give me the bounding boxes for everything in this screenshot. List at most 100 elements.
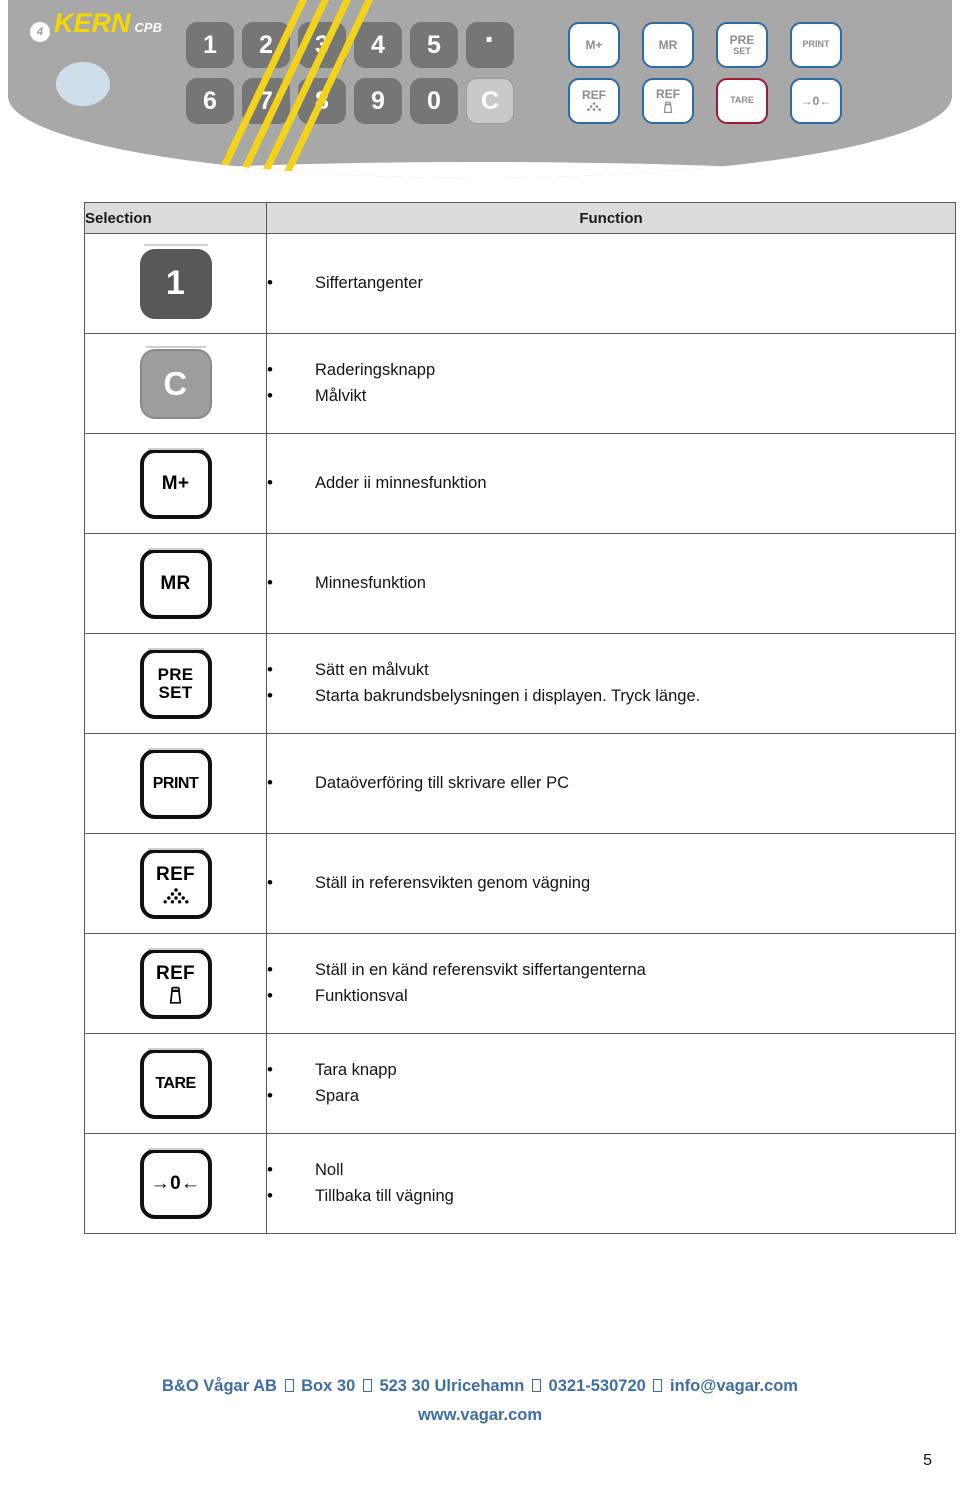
table-header-row: Selection Function — [84, 202, 956, 234]
function-list: Raderingsknapp Målvikt — [267, 357, 955, 410]
ref-weighing-key: REF — [139, 847, 212, 919]
numpad-key-1[interactable]: 1 — [186, 22, 234, 68]
separator-glyph — [362, 1379, 372, 1392]
list-item: Dataöverföring till skrivare eller PC — [267, 770, 955, 797]
keypad-zero-key[interactable]: →0← — [790, 78, 842, 124]
numpad-key-5[interactable]: 5 — [410, 22, 458, 68]
table-row: REF Ställ in referensvikten genom vägnin… — [84, 833, 956, 934]
footer-line-1: B&O Vågar AB Box 30 523 30 Ulricehamn 03… — [0, 1372, 960, 1401]
numpad-key-9[interactable]: 9 — [354, 78, 402, 124]
keypad-memory-recall-key[interactable]: MR — [642, 22, 694, 68]
list-item: Raderingsknapp — [267, 357, 955, 384]
dot-pyramid-icon — [163, 887, 188, 903]
tare-key-label: TARE — [155, 1074, 196, 1092]
numpad-key-3[interactable]: 3 — [298, 22, 346, 68]
function-list: Minnesfunktion — [267, 570, 955, 597]
memory-recall-key: MR — [139, 547, 212, 619]
list-item: Ställ in referensvikten genom vägning — [267, 870, 955, 897]
list-item: Funktionsval — [267, 983, 955, 1010]
function-list: Ställ in en känd referensvikt siffertang… — [267, 957, 955, 1010]
key-highlight — [147, 747, 204, 750]
digit-1-key-label: 1 — [165, 264, 186, 302]
selection-cell: REF — [84, 933, 267, 1034]
function-cell: Ställ in referensvikten genom vägning — [266, 833, 956, 934]
selection-cell: PRE SET — [84, 633, 267, 734]
keypad-photo: 4 KERN CPB 1 2 3 4 5 · 6 7 8 9 0 C M+ MR — [0, 0, 960, 185]
keypad-preset-label-bottom: SET — [733, 45, 751, 56]
function-cell: Dataöverföring till skrivare eller PC — [266, 733, 956, 834]
numpad-key-4[interactable]: 4 — [354, 22, 402, 68]
keypad-memory-recall-label: MR — [658, 37, 678, 52]
table-row: PRINT Dataöverföring till skrivare eller… — [84, 733, 956, 834]
function-cell: Siffertangenter — [266, 233, 956, 334]
numpad-key-6[interactable]: 6 — [186, 78, 234, 124]
kern-model-text: CPB — [134, 20, 162, 35]
list-item: Spara — [267, 1083, 955, 1110]
list-item: Adder ii minnesfunktion — [267, 470, 955, 497]
print-key-label: PRINT — [152, 774, 199, 792]
list-item: Tara knapp — [267, 1057, 955, 1084]
key-highlight — [147, 847, 204, 850]
preset-key-label-bottom: SET — [158, 682, 193, 702]
table-row: TARE Tara knapp Spara — [84, 1033, 956, 1134]
table-row: MR Minnesfunktion — [84, 533, 956, 634]
calibration-weight-icon — [663, 101, 673, 113]
key-highlight — [147, 647, 204, 650]
keypad-memory-add-label: M+ — [585, 37, 603, 52]
keypad-tare-label: TARE — [730, 95, 754, 106]
function-cell: Sätt en målvukt Starta bakrundsbelysning… — [266, 633, 956, 734]
list-item: Sätt en målvukt — [267, 657, 955, 684]
keypad-ref-weighing-key[interactable]: REF — [568, 78, 620, 124]
memory-add-key: M+ — [139, 447, 212, 519]
numpad-key-2[interactable]: 2 — [242, 22, 290, 68]
function-list: Noll Tillbaka till vägning — [267, 1157, 955, 1209]
keypad-tare-key[interactable]: TARE — [716, 78, 768, 124]
numpad-key-decimal[interactable]: · — [466, 22, 514, 68]
numpad-key-clear[interactable]: C — [466, 78, 514, 124]
key-function-table: Selection Function 1 Siffertangenter — [84, 202, 956, 1234]
power-indicator-oval — [56, 62, 110, 106]
keypad-ref-known-label: REF — [656, 87, 680, 102]
kern-logo-mark: 4 — [30, 22, 50, 42]
list-item: Noll — [267, 1157, 955, 1184]
numpad-key-0[interactable]: 0 — [410, 78, 458, 124]
table-row: 1 Siffertangenter — [84, 233, 956, 334]
preset-key: PRE SET — [139, 647, 212, 719]
keypad-memory-add-key[interactable]: M+ — [568, 22, 620, 68]
footer-city: 523 30 Ulricehamn — [379, 1377, 525, 1395]
keypad-print-label: PRINT — [802, 39, 830, 50]
keypad-ref-known-key[interactable]: REF — [642, 78, 694, 124]
zero-key-label: →0← — [150, 1172, 201, 1194]
numpad-key-8[interactable]: 8 — [298, 78, 346, 124]
memory-add-key-label: M+ — [161, 472, 190, 494]
key-highlight — [147, 447, 204, 450]
function-list: Ställ in referensvikten genom vägning — [267, 870, 955, 897]
dot-pyramid-icon — [587, 102, 601, 111]
kern-logo: 4 KERN CPB — [30, 8, 162, 42]
list-item: Siffertangenter — [267, 270, 955, 297]
footer-box: Box 30 — [301, 1377, 356, 1395]
keypad-preset-key[interactable]: PRE SET — [716, 22, 768, 68]
key-highlight — [147, 547, 204, 550]
table-row: M+ Adder ii minnesfunktion — [84, 433, 956, 534]
kern-brand-text: KERN — [54, 8, 131, 38]
clear-key-label: C — [163, 364, 188, 402]
function-list: Adder ii minnesfunktion — [267, 470, 955, 497]
separator-glyph — [531, 1379, 541, 1392]
list-item: Målvikt — [267, 383, 955, 410]
tare-key: TARE — [139, 1047, 212, 1119]
function-keypad: M+ MR PRE SET PRINT REF REF TARE →0← — [568, 22, 842, 124]
numpad-key-7[interactable]: 7 — [242, 78, 290, 124]
function-list: Dataöverföring till skrivare eller PC — [267, 770, 955, 797]
list-item: Minnesfunktion — [267, 570, 955, 597]
table-row: →0← Noll Tillbaka till vägning — [84, 1133, 956, 1234]
footer-email: info@vagar.com — [670, 1377, 798, 1395]
table-row: C Raderingsknapp Målvikt — [84, 333, 956, 434]
ref-weighing-key-label: REF — [156, 863, 195, 885]
table-head: Selection Function — [84, 202, 956, 234]
separator-glyph — [284, 1379, 294, 1392]
function-cell: Raderingsknapp Målvikt — [266, 333, 956, 434]
keypad-zero-label: →0← — [800, 93, 832, 108]
keypad-print-key[interactable]: PRINT — [790, 22, 842, 68]
selection-cell: 1 — [84, 233, 267, 334]
